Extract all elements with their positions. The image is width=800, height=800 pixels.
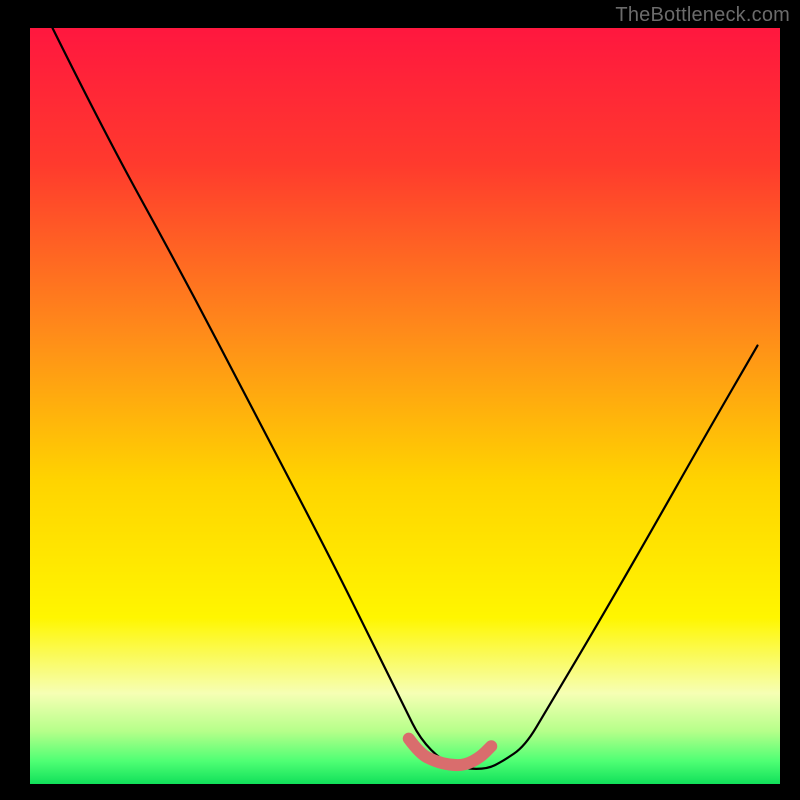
frame-right [780, 0, 800, 800]
watermark-label: TheBottleneck.com [615, 4, 790, 27]
chart-stage: TheBottleneck.com [0, 0, 800, 800]
bottleneck-plot [0, 0, 800, 800]
frame-bottom [0, 784, 800, 800]
frame-left [0, 0, 30, 800]
plot-gradient-background [30, 28, 780, 784]
